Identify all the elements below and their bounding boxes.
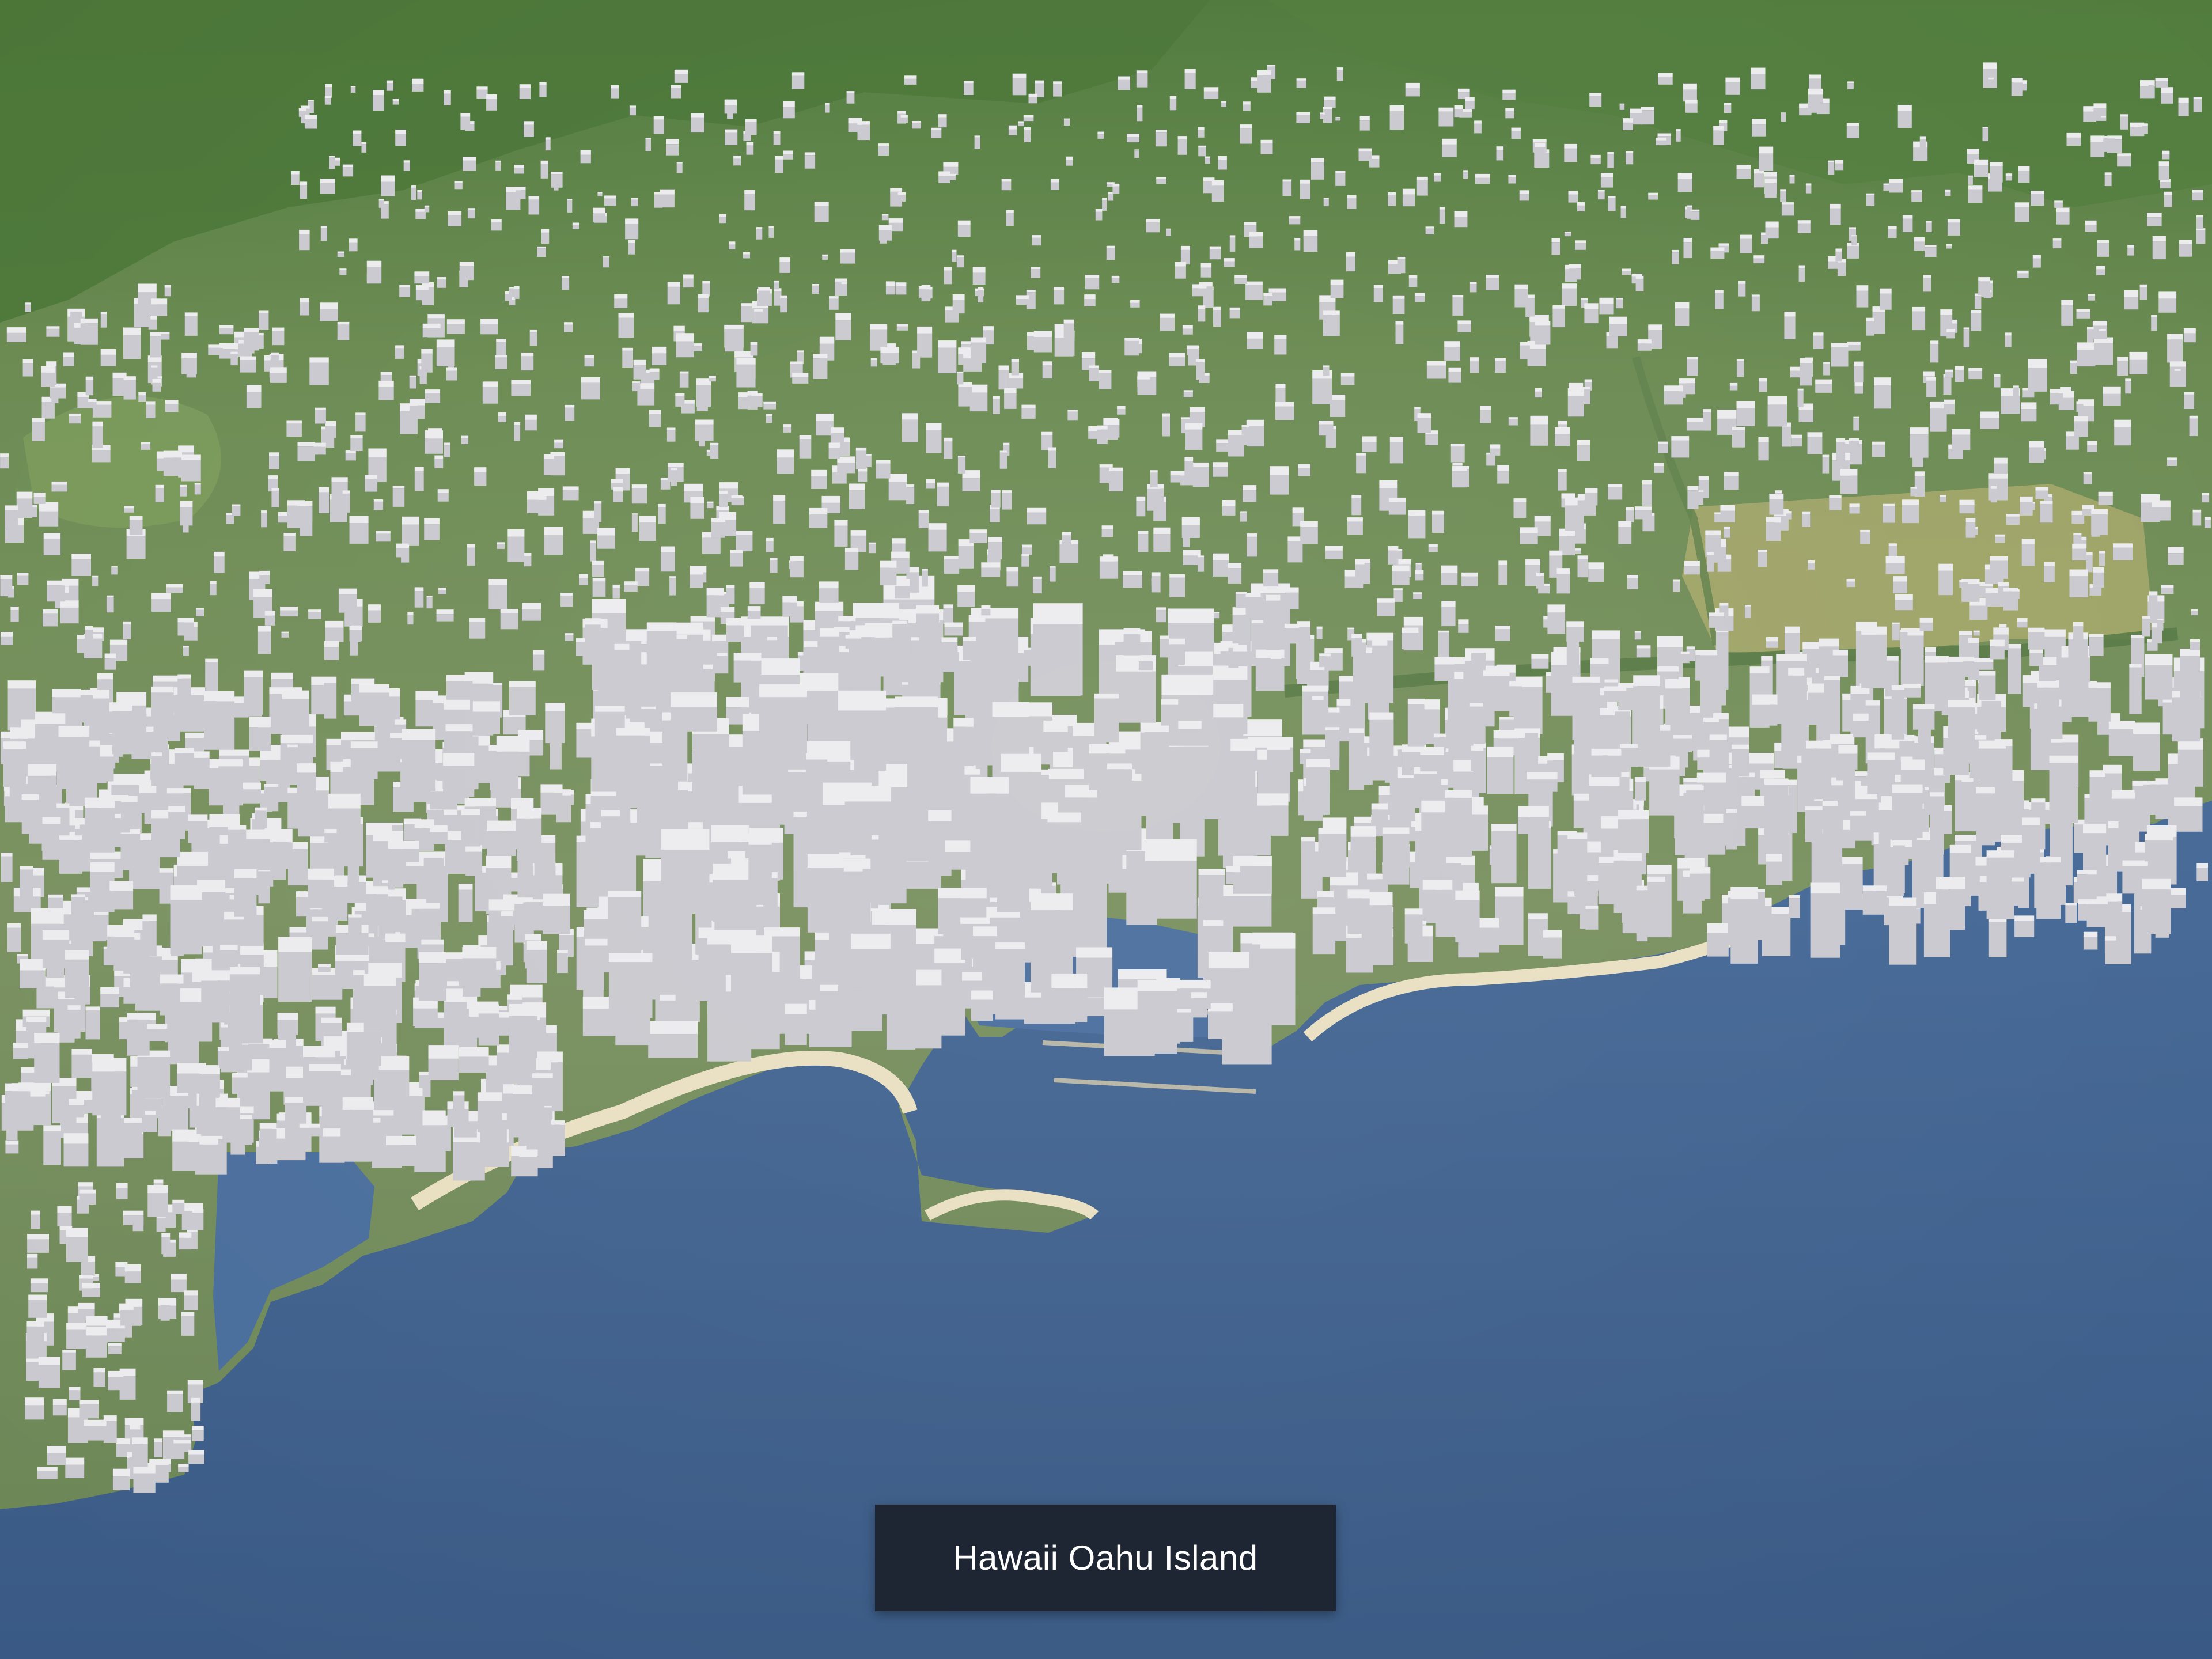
oahu-3d-map xyxy=(0,0,2212,1659)
